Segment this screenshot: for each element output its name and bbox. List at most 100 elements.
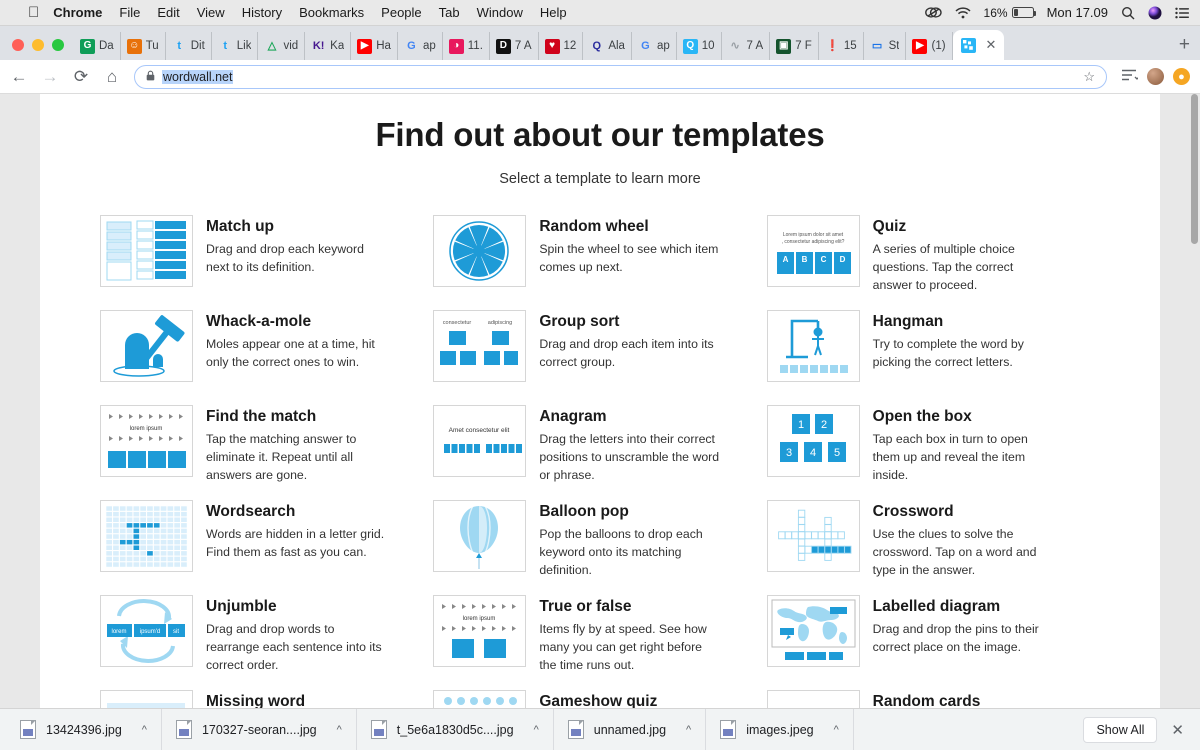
browser-tab[interactable]: ▶ Ha (351, 32, 398, 60)
random-cards-thumbnail[interactable] (766, 690, 860, 708)
wordsearch-thumbnail[interactable] (100, 500, 193, 572)
new-tab-icon[interactable]: + (1169, 34, 1200, 60)
chevron-up-icon[interactable]: ^ (337, 724, 342, 736)
chevron-up-icon[interactable]: ^ (834, 724, 839, 736)
menu-item-help[interactable]: Help (540, 5, 567, 20)
menu-item-bookmarks[interactable]: Bookmarks (299, 5, 364, 20)
browser-tab[interactable]: ∿ 7 A (722, 32, 771, 60)
apple-menu-icon[interactable]:  (28, 5, 39, 20)
browser-tab[interactable]: ▭ St (864, 32, 907, 60)
browser-tab[interactable]: K! Ka (305, 32, 352, 60)
browser-tab[interactable]: ◑ 11. (443, 32, 490, 60)
wifi-icon[interactable] (955, 6, 971, 19)
template-card[interactable]: Wordsearch Words are hidden in a letter g… (100, 500, 433, 595)
browser-tab[interactable]: t Lik (212, 32, 259, 60)
menu-item-people[interactable]: People (381, 5, 421, 20)
close-window-button[interactable] (12, 39, 24, 51)
download-item[interactable]: unnamed.jpg ^ (554, 708, 707, 750)
menu-item-file[interactable]: File (119, 5, 140, 20)
random-wheel-thumbnail[interactable] (433, 215, 527, 287)
find-the-match-thumbnail[interactable]: lorem ipsum (100, 405, 193, 477)
anagram-thumbnail[interactable]: Amet consectetur elit (433, 405, 527, 477)
battery-status[interactable]: 16% (984, 6, 1037, 20)
browser-tab[interactable]: ❗ 15 (819, 32, 864, 60)
match-up-thumbnail[interactable] (100, 215, 193, 287)
browser-tab[interactable]: Q Ala (583, 32, 632, 60)
maximize-window-button[interactable] (52, 39, 64, 51)
template-card[interactable]: Lorem ipsum dolor sit amet, consectetur … (766, 215, 1100, 310)
template-card[interactable]: lorem ipsum'd sit Unjumble Drag and drop wor… (100, 595, 433, 690)
template-card[interactable]: lorem ipsum Find the match Tap the matchin… (100, 405, 433, 500)
template-card[interactable]: Balloon pop Pop the balloons to drop each… (433, 500, 766, 595)
show-all-downloads-button[interactable]: Show All (1083, 716, 1158, 743)
siri-icon[interactable] (1148, 6, 1162, 20)
control-center-icon[interactable] (1175, 7, 1190, 19)
balloon-pop-thumbnail[interactable] (433, 500, 527, 572)
download-item[interactable]: 13424396.jpg ^ (6, 708, 162, 750)
template-card[interactable]: lorem ipsum True or false Items fly by at … (433, 595, 766, 690)
reload-icon[interactable]: ⟳ (72, 67, 90, 87)
browser-tab[interactable]: Gap (632, 32, 677, 60)
address-bar-url[interactable]: wordwall.net (162, 69, 234, 84)
template-card[interactable]: Match up Drag and drop each keyword next … (100, 215, 433, 310)
menu-item-chrome[interactable]: Chrome (53, 5, 102, 20)
browser-tab[interactable]: ▶ (1) (906, 32, 953, 60)
back-arrow-icon[interactable]: ← (10, 67, 28, 87)
browser-tab[interactable]: Q 10 (677, 32, 722, 60)
quiz-thumbnail[interactable]: Lorem ipsum dolor sit amet, consectetur … (766, 215, 860, 287)
labelled-diagram-thumbnail[interactable] (766, 595, 860, 667)
address-bar[interactable]: wordwall.net ☆ (134, 64, 1107, 89)
menu-item-edit[interactable]: Edit (157, 5, 179, 20)
browser-tab[interactable]: ♥ 12 (539, 32, 584, 60)
browser-tab[interactable]: ▣ 7 F (770, 32, 819, 60)
page-scrollbar[interactable] (1191, 94, 1198, 244)
group-sort-thumbnail[interactable]: consectetur adipiscing (433, 310, 527, 382)
home-icon[interactable]: ⌂ (103, 67, 121, 87)
template-card[interactable]: Crossword Use the clues to solve the cros… (766, 500, 1100, 595)
forward-arrow-icon[interactable]: → (41, 67, 59, 87)
minimize-window-button[interactable] (32, 39, 44, 51)
template-card[interactable]: Amet consectetur elit Anagram Drag the let… (433, 405, 766, 500)
browser-tab[interactable]: △ vid (258, 32, 306, 60)
chevron-up-icon[interactable]: ^ (686, 724, 691, 736)
clock-label[interactable]: Mon 17.09 (1047, 5, 1108, 20)
browser-tab[interactable]: D7 A (490, 32, 539, 60)
download-item[interactable]: t_5e6a1830d5c....jpg ^ (357, 708, 554, 750)
template-card[interactable]: Labelled diagram Drag and drop the pins t… (766, 595, 1100, 690)
extension-icon[interactable]: ● (1173, 68, 1190, 85)
menu-item-view[interactable]: View (197, 5, 225, 20)
menu-item-tab[interactable]: Tab (439, 5, 460, 20)
creative-cloud-icon[interactable] (924, 6, 942, 19)
active-tab-wordwall[interactable]: ✕ (952, 30, 1005, 60)
browser-tab[interactable]: G Da (74, 32, 121, 60)
star-icon[interactable]: ☆ (1083, 69, 1095, 85)
true-or-false-thumbnail[interactable]: lorem ipsum (433, 595, 527, 667)
whack-a-mole-thumbnail[interactable] (100, 310, 193, 382)
menu-item-history[interactable]: History (242, 5, 282, 20)
open-the-box-thumbnail[interactable]: 1 2 3 4 5 (766, 405, 860, 477)
chevron-up-icon[interactable]: ^ (534, 724, 539, 736)
reading-list-icon[interactable] (1120, 67, 1139, 87)
template-card[interactable]: Whack-a-mole Moles appear one at a time, … (100, 310, 433, 405)
profile-avatar-icon[interactable] (1147, 68, 1164, 85)
template-card[interactable]: Gameshow quiz (433, 690, 766, 708)
template-card[interactable]: 1 2 3 4 5 Open the box Tap each box in turn to… (766, 405, 1100, 500)
close-icon[interactable]: ✕ (986, 37, 997, 53)
template-card[interactable]: Random wheel Spin the wheel to see which … (433, 215, 766, 310)
menu-item-window[interactable]: Window (477, 5, 523, 20)
crossword-thumbnail[interactable] (766, 500, 860, 572)
missing-word-thumbnail[interactable] (100, 690, 193, 708)
browser-tab[interactable]: t Dit (166, 32, 212, 60)
spotlight-search-icon[interactable] (1121, 6, 1135, 20)
unjumble-thumbnail[interactable]: lorem ipsum'd sit (100, 595, 193, 667)
download-item[interactable]: 170327-seoran....jpg ^ (162, 708, 357, 750)
gameshow-quiz-thumbnail[interactable] (433, 690, 527, 708)
template-card[interactable]: Random cards (766, 690, 1100, 708)
close-icon[interactable]: ✕ (1171, 721, 1184, 739)
download-item[interactable]: images.jpeg ^ (706, 708, 854, 750)
hangman-thumbnail[interactable] (766, 310, 860, 382)
browser-tab[interactable]: Gap (398, 32, 443, 60)
chevron-up-icon[interactable]: ^ (142, 724, 147, 736)
template-card[interactable]: Missing word (100, 690, 433, 708)
template-card[interactable]: consectetur adipiscing Group sort Drag and … (433, 310, 766, 405)
